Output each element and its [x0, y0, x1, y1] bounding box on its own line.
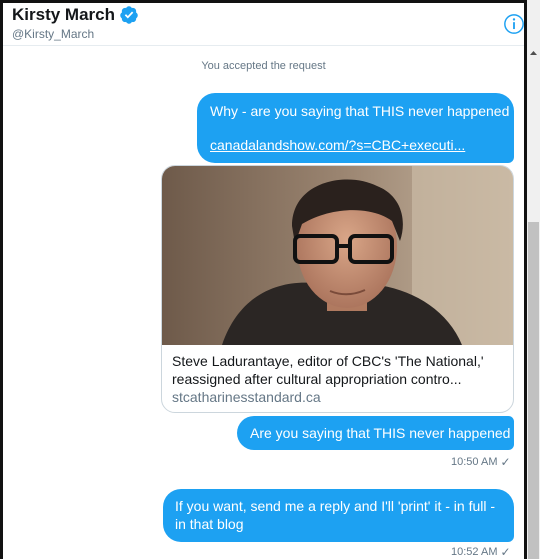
message-bubble[interactable]: Are you saying that THIS never happened — [237, 416, 514, 450]
read-check-icon: ✓ — [500, 455, 511, 469]
message-text: Are you saying that THIS never happened — [250, 425, 511, 441]
user-handle[interactable]: @Kirsty_March — [12, 27, 94, 41]
message-timestamp: 10:52 AM ✓ — [451, 545, 511, 559]
verified-badge-icon — [120, 6, 138, 24]
card-image[interactable] — [162, 166, 514, 345]
message-bubble[interactable]: If you want, send me a reply and I'll 'p… — [163, 489, 514, 542]
message-text: Why - are you saying that THIS never hap… — [210, 103, 510, 119]
timestamp-text: 10:52 AM — [451, 546, 498, 558]
message-bubble[interactable]: Why - are you saying that THIS never hap… — [197, 93, 514, 163]
dm-window: Kirsty March @Kirsty_March You accepted … — [0, 0, 527, 559]
user-name-row[interactable]: Kirsty March — [12, 5, 139, 25]
info-icon[interactable] — [503, 13, 525, 35]
message-list: You accepted the request Why - are you s… — [3, 47, 524, 559]
scroll-up-arrow-icon[interactable] — [527, 46, 540, 60]
user-display-name[interactable]: Kirsty March — [12, 5, 115, 25]
card-domain[interactable]: stcatharinesstandard.ca — [172, 389, 321, 405]
scrollbar-thumb[interactable] — [528, 222, 539, 559]
link-preview-card[interactable]: Steve Ladurantaye, editor of CBC's 'The … — [161, 165, 514, 413]
card-title[interactable]: Steve Ladurantaye, editor of CBC's 'The … — [172, 352, 502, 388]
read-check-icon: ✓ — [500, 545, 511, 559]
scrollbar[interactable] — [527, 0, 540, 559]
conversation-header: Kirsty March @Kirsty_March — [3, 3, 524, 46]
message-timestamp: 10:50 AM ✓ — [451, 455, 511, 469]
message-link[interactable]: canadalandshow.com/?s=CBC+executi... — [210, 137, 465, 153]
message-text: If you want, send me a reply and I'll 'p… — [175, 498, 496, 532]
system-note: You accepted the request — [201, 60, 326, 72]
timestamp-text: 10:50 AM — [451, 456, 498, 468]
